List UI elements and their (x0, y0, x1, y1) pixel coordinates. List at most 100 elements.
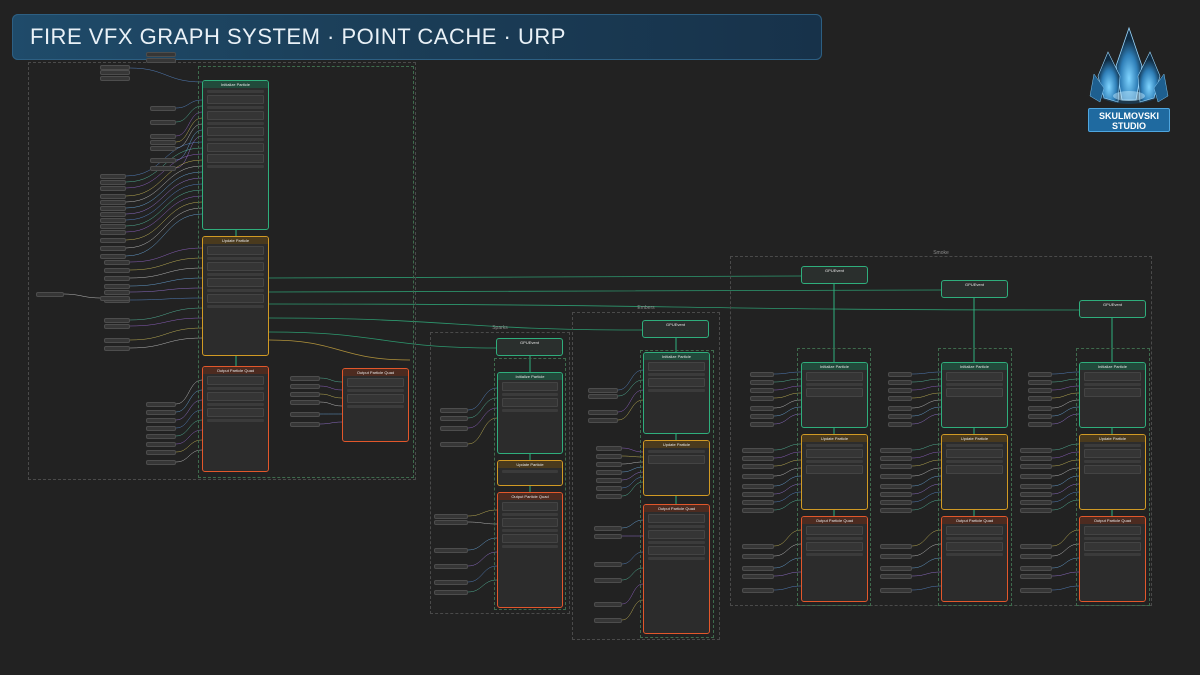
property-node[interactable] (588, 410, 618, 415)
block-row[interactable] (946, 553, 1003, 556)
property-node[interactable] (104, 324, 130, 329)
smoke-1-output-context[interactable]: Output Particle Quad (801, 516, 868, 602)
property-node[interactable] (742, 492, 774, 497)
property-node[interactable] (742, 566, 774, 571)
block-row[interactable] (207, 419, 264, 422)
block-row[interactable] (946, 460, 1003, 463)
block-row[interactable] (207, 246, 264, 255)
block-row[interactable] (207, 294, 264, 303)
block-row[interactable] (207, 262, 264, 271)
property-node[interactable] (742, 484, 774, 489)
smoke-2-output-context[interactable]: Output Particle Quad (941, 516, 1008, 602)
block-row[interactable] (502, 398, 558, 407)
property-node[interactable] (290, 412, 320, 417)
property-node[interactable] (36, 292, 64, 297)
property-node[interactable] (100, 180, 126, 185)
property-node[interactable] (290, 422, 320, 427)
property-node[interactable] (1028, 380, 1052, 385)
property-node[interactable] (440, 416, 468, 421)
block-row[interactable] (1084, 553, 1141, 556)
property-node[interactable] (440, 408, 468, 413)
block-row[interactable] (648, 541, 705, 544)
embers-initialize-context[interactable]: Initialize Particle (643, 352, 710, 434)
block-row[interactable] (1084, 444, 1141, 447)
property-node[interactable] (150, 120, 176, 125)
property-node[interactable] (742, 588, 774, 593)
property-node[interactable] (100, 254, 126, 259)
block-row[interactable] (207, 387, 264, 390)
block-row[interactable] (946, 537, 1003, 540)
property-node[interactable] (880, 566, 912, 571)
property-node[interactable] (880, 508, 912, 513)
property-node[interactable] (750, 372, 774, 377)
block-row[interactable] (648, 455, 705, 464)
property-node[interactable] (888, 380, 912, 385)
property-node[interactable] (880, 500, 912, 505)
fire-output-context-2[interactable]: Output Particle Quad (342, 368, 409, 442)
property-node[interactable] (100, 200, 126, 205)
block-row[interactable] (806, 449, 863, 458)
property-node[interactable] (1020, 474, 1052, 479)
block-row[interactable] (502, 534, 558, 543)
property-node[interactable] (146, 58, 176, 63)
block-row[interactable] (806, 383, 863, 386)
property-node[interactable] (1028, 422, 1052, 427)
property-node[interactable] (100, 230, 126, 235)
property-node[interactable] (146, 410, 176, 415)
smoke-1-initialize-context[interactable]: Initialize Particle (801, 362, 868, 428)
block-row[interactable] (648, 389, 705, 392)
property-node[interactable] (150, 140, 176, 145)
block-row[interactable] (1084, 372, 1141, 381)
smoke-event-node-3[interactable]: GPUEvent (1079, 300, 1146, 318)
sparks-event-node[interactable]: GPUEvent (496, 338, 563, 356)
block-row[interactable] (946, 372, 1003, 381)
block-row[interactable] (207, 408, 264, 417)
property-node[interactable] (750, 406, 774, 411)
property-node[interactable] (750, 388, 774, 393)
property-node[interactable] (750, 414, 774, 419)
block-row[interactable] (1084, 388, 1141, 397)
block-row[interactable] (648, 362, 705, 371)
property-node[interactable] (146, 460, 176, 465)
block-row[interactable] (207, 278, 264, 287)
property-node[interactable] (588, 388, 618, 393)
property-node[interactable] (596, 478, 622, 483)
block-row[interactable] (946, 388, 1003, 397)
smoke-event-node-1[interactable]: GPUEvent (801, 266, 868, 284)
property-node[interactable] (880, 464, 912, 469)
embers-update-context[interactable]: Update Particle (643, 440, 710, 496)
property-node[interactable] (880, 474, 912, 479)
property-node[interactable] (596, 462, 622, 467)
property-node[interactable] (588, 418, 618, 423)
property-node[interactable] (880, 492, 912, 497)
fire-update-context[interactable]: Update Particle (202, 236, 269, 356)
property-node[interactable] (1020, 448, 1052, 453)
property-node[interactable] (750, 380, 774, 385)
property-node[interactable] (888, 414, 912, 419)
property-node[interactable] (880, 588, 912, 593)
block-row[interactable] (347, 405, 404, 408)
property-node[interactable] (594, 526, 622, 531)
block-row[interactable] (806, 465, 863, 474)
block-row[interactable] (502, 470, 558, 473)
property-node[interactable] (742, 544, 774, 549)
property-node[interactable] (434, 520, 468, 525)
property-node[interactable] (100, 186, 126, 191)
block-row[interactable] (806, 388, 863, 397)
block-row[interactable] (207, 138, 264, 141)
property-node[interactable] (594, 618, 622, 623)
block-row[interactable] (1084, 537, 1141, 540)
property-node[interactable] (596, 454, 622, 459)
property-node[interactable] (888, 372, 912, 377)
property-node[interactable] (146, 418, 176, 423)
property-node[interactable] (1020, 544, 1052, 549)
property-node[interactable] (146, 52, 176, 57)
property-node[interactable] (104, 260, 130, 265)
block-row[interactable] (806, 444, 863, 447)
block-row[interactable] (806, 372, 863, 381)
block-row[interactable] (648, 514, 705, 523)
property-node[interactable] (1020, 574, 1052, 579)
property-node[interactable] (750, 422, 774, 427)
block-row[interactable] (806, 460, 863, 463)
block-row[interactable] (502, 518, 558, 527)
